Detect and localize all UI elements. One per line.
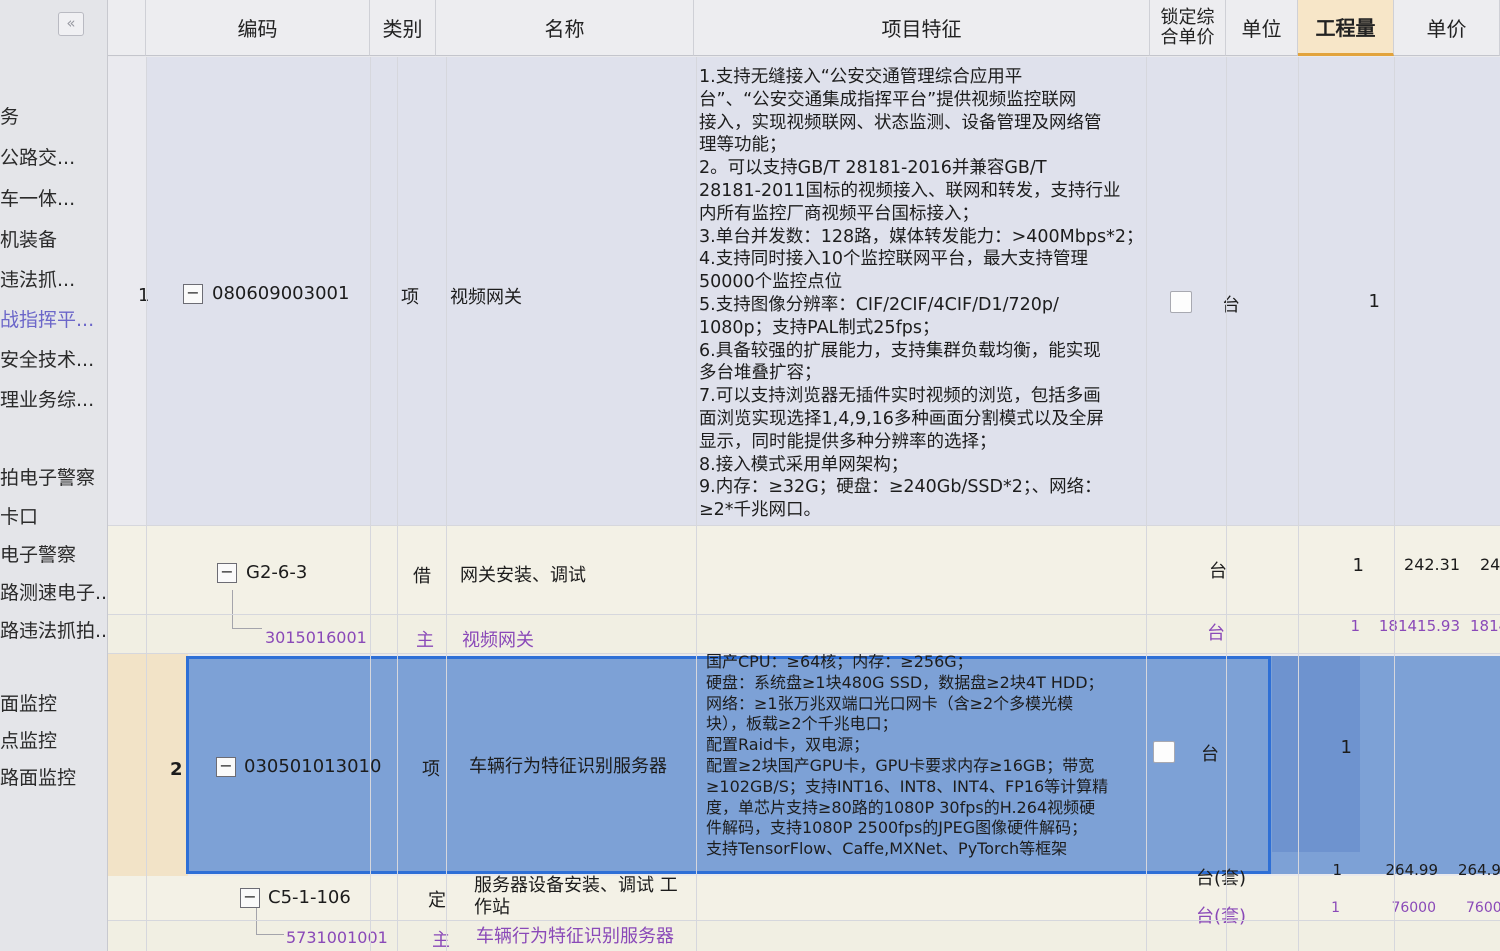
item-code: 3015016001 — [265, 628, 367, 647]
sidebar-item[interactable]: 点监控 — [0, 727, 108, 755]
sidebar-item[interactable]: 公路交... — [0, 144, 108, 172]
item-quantity[interactable]: 1 — [1320, 737, 1352, 758]
row-divider — [108, 614, 1500, 615]
lock-price-checkbox[interactable] — [1153, 741, 1175, 763]
row-index: 2 — [170, 759, 183, 780]
collapse-tree-button[interactable]: − — [217, 563, 237, 583]
item-name: 网关安装、调试 — [460, 565, 586, 586]
sidebar-item[interactable]: 违法抓... — [0, 266, 108, 294]
item-unit: 台 — [1207, 623, 1225, 644]
sidebar-item[interactable]: 拍电子警察 — [0, 464, 108, 492]
row-divider — [108, 653, 1500, 654]
item-quantity[interactable]: 1 — [1300, 900, 1340, 916]
item-category: 主 — [432, 930, 450, 951]
column-divider — [370, 57, 371, 951]
lock-price-checkbox[interactable] — [1170, 291, 1192, 313]
header-unit[interactable]: 单位 — [1226, 0, 1298, 56]
item-name: 车辆行为特征识别服务器 — [469, 756, 667, 777]
collapse-sidebar-button[interactable]: « — [58, 12, 84, 36]
column-divider — [446, 57, 447, 951]
column-divider — [1394, 57, 1395, 951]
item-quantity[interactable]: 1 — [1320, 617, 1360, 635]
item-total: 24 — [1480, 555, 1500, 574]
header-lock-price[interactable]: 锁定综 合单价 — [1150, 0, 1226, 56]
item-code: 080609003001 — [212, 283, 350, 304]
sidebar-item[interactable]: 卡口 — [0, 503, 108, 531]
item-unit: 台 — [1222, 295, 1240, 316]
item-unit: 台 — [1209, 561, 1227, 582]
item-price[interactable]: 242.31 — [1380, 555, 1460, 574]
sidebar-item[interactable]: 路测速电子... — [0, 579, 108, 607]
item-quantity[interactable]: 1 — [1300, 861, 1342, 879]
column-divider — [1226, 57, 1227, 951]
row-divider — [108, 920, 1500, 921]
item-unit: 台 — [1201, 744, 1219, 765]
column-divider — [146, 57, 147, 951]
item-name-line2: 作站 — [474, 897, 510, 918]
column-divider — [696, 57, 697, 951]
header-price[interactable]: 单价 — [1394, 0, 1500, 56]
item-quantity[interactable]: 1 — [1320, 555, 1364, 576]
header-index — [108, 0, 146, 56]
item-total: 264.9 — [1458, 861, 1500, 879]
table-row[interactable] — [108, 526, 1500, 614]
item-unit: 台(套) — [1196, 868, 1247, 889]
item-feature: 国产CPU：≥64核；内存：≥256G； 硬盘：系统盘≥1块480G SSD，数… — [706, 652, 1109, 859]
item-unit: 台(套) — [1196, 906, 1247, 927]
sidebar-item[interactable]: 电子警察 — [0, 541, 108, 569]
item-category: 主 — [416, 630, 434, 651]
sidebar-item-active[interactable]: 战指挥平... — [0, 306, 108, 334]
column-divider — [1298, 57, 1299, 951]
column-divider — [1146, 57, 1147, 951]
header-name[interactable]: 名称 — [436, 0, 694, 56]
header-feature[interactable]: 项目特征 — [694, 0, 1150, 56]
item-price[interactable]: 181415.93 — [1368, 617, 1460, 635]
sidebar-item[interactable]: 务 — [0, 103, 108, 131]
tree-connector — [256, 934, 284, 935]
sidebar: « 务 公路交... 车一体... 机装备 违法抓... 战指挥平... 安全技… — [0, 0, 108, 951]
item-price[interactable]: 264.99 — [1360, 861, 1439, 879]
sidebar-item[interactable]: 面监控 — [0, 690, 108, 718]
sidebar-item[interactable]: 车一体... — [0, 185, 108, 213]
item-category: 项 — [401, 287, 419, 308]
item-category: 借 — [413, 566, 431, 587]
tree-connector — [232, 590, 233, 628]
header-lock-line1: 锁定综 — [1160, 6, 1215, 28]
tree-connector — [232, 628, 262, 629]
tree-connector — [256, 908, 257, 934]
sidebar-item[interactable]: 理业务综... — [0, 386, 108, 414]
sidebar-item[interactable]: 路面监控 — [0, 764, 108, 792]
item-name: 车辆行为特征识别服务器 — [476, 926, 674, 947]
row-divider — [108, 525, 1500, 526]
sidebar-item[interactable]: 安全技术... — [0, 346, 108, 374]
column-divider — [397, 57, 398, 951]
item-code: G2-6-3 — [246, 562, 308, 583]
item-code: 5731001001 — [286, 928, 388, 947]
item-feature: 1.支持无缝接入“公安交通管理综合应用平 台”、“公安交通集成指挥平台”提供视频… — [699, 67, 1144, 521]
header-quantity[interactable]: 工程量 — [1298, 0, 1394, 56]
item-price[interactable]: 76000 — [1360, 900, 1436, 916]
collapse-tree-button[interactable]: − — [216, 757, 236, 777]
item-category: 项 — [422, 759, 440, 780]
header-lock-line2: 合单价 — [1160, 26, 1215, 48]
item-total: 7600 — [1466, 900, 1500, 916]
item-name: 视频网关 — [462, 630, 534, 651]
collapse-tree-button[interactable]: − — [183, 284, 203, 304]
sidebar-item[interactable]: 机装备 — [0, 226, 108, 254]
row-index: 1 — [138, 285, 150, 306]
item-total: 1814 — [1470, 617, 1500, 635]
item-name: 视频网关 — [450, 287, 522, 308]
sidebar-item[interactable]: 路违法抓拍... — [0, 617, 108, 645]
item-quantity[interactable]: 1 — [1340, 291, 1380, 312]
item-code: C5-1-106 — [268, 887, 351, 908]
header-category[interactable]: 类别 — [370, 0, 436, 56]
item-category: 定 — [428, 890, 446, 911]
collapse-tree-button[interactable]: − — [240, 888, 260, 908]
header-code[interactable]: 编码 — [146, 0, 370, 56]
item-code: 030501013010 — [244, 756, 382, 777]
